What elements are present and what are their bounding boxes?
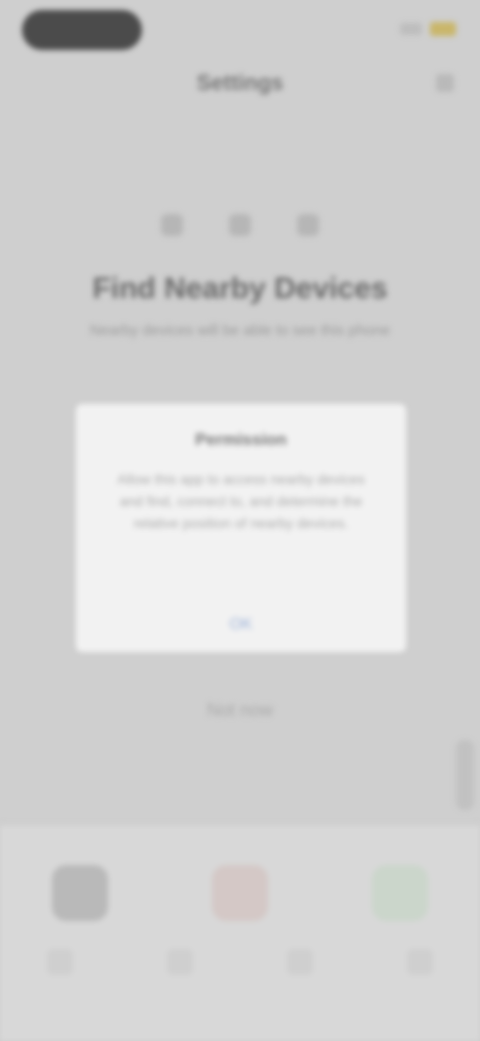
app-tile-3[interactable] bbox=[372, 865, 428, 921]
ok-button[interactable]: OK bbox=[76, 616, 406, 634]
feature-icon-1 bbox=[161, 214, 183, 236]
feature-icons bbox=[0, 214, 480, 236]
nav-action-icon[interactable] bbox=[436, 74, 454, 92]
swipe-edge-handle[interactable] bbox=[456, 740, 474, 810]
app-tile-2[interactable] bbox=[212, 865, 268, 921]
tab-icon-2[interactable] bbox=[167, 949, 193, 975]
status-bar bbox=[0, 0, 480, 64]
bottom-sheet bbox=[0, 824, 480, 1041]
battery-icon bbox=[430, 22, 456, 36]
signal-icon bbox=[400, 23, 422, 35]
app-tiles bbox=[0, 865, 480, 921]
subline: Nearby devices will be able to see this … bbox=[89, 322, 391, 339]
camera-pill bbox=[22, 10, 142, 50]
not-now-link[interactable]: Not now bbox=[0, 700, 480, 721]
tab-bar bbox=[0, 949, 480, 975]
status-icons bbox=[400, 22, 456, 36]
nav-title: Settings bbox=[196, 70, 284, 95]
permission-dialog: Permission Allow this app to access near… bbox=[76, 404, 406, 652]
dialog-title: Permission bbox=[195, 430, 287, 449]
headline: Find Nearby Devices bbox=[92, 272, 388, 305]
tab-icon-4[interactable] bbox=[407, 949, 433, 975]
feature-icon-2 bbox=[229, 214, 251, 236]
tab-icon-3[interactable] bbox=[287, 949, 313, 975]
dialog-body: Allow this app to access nearby devices … bbox=[117, 471, 365, 531]
feature-icon-3 bbox=[297, 214, 319, 236]
tab-icon-1[interactable] bbox=[47, 949, 73, 975]
app-tile-1[interactable] bbox=[52, 865, 108, 921]
